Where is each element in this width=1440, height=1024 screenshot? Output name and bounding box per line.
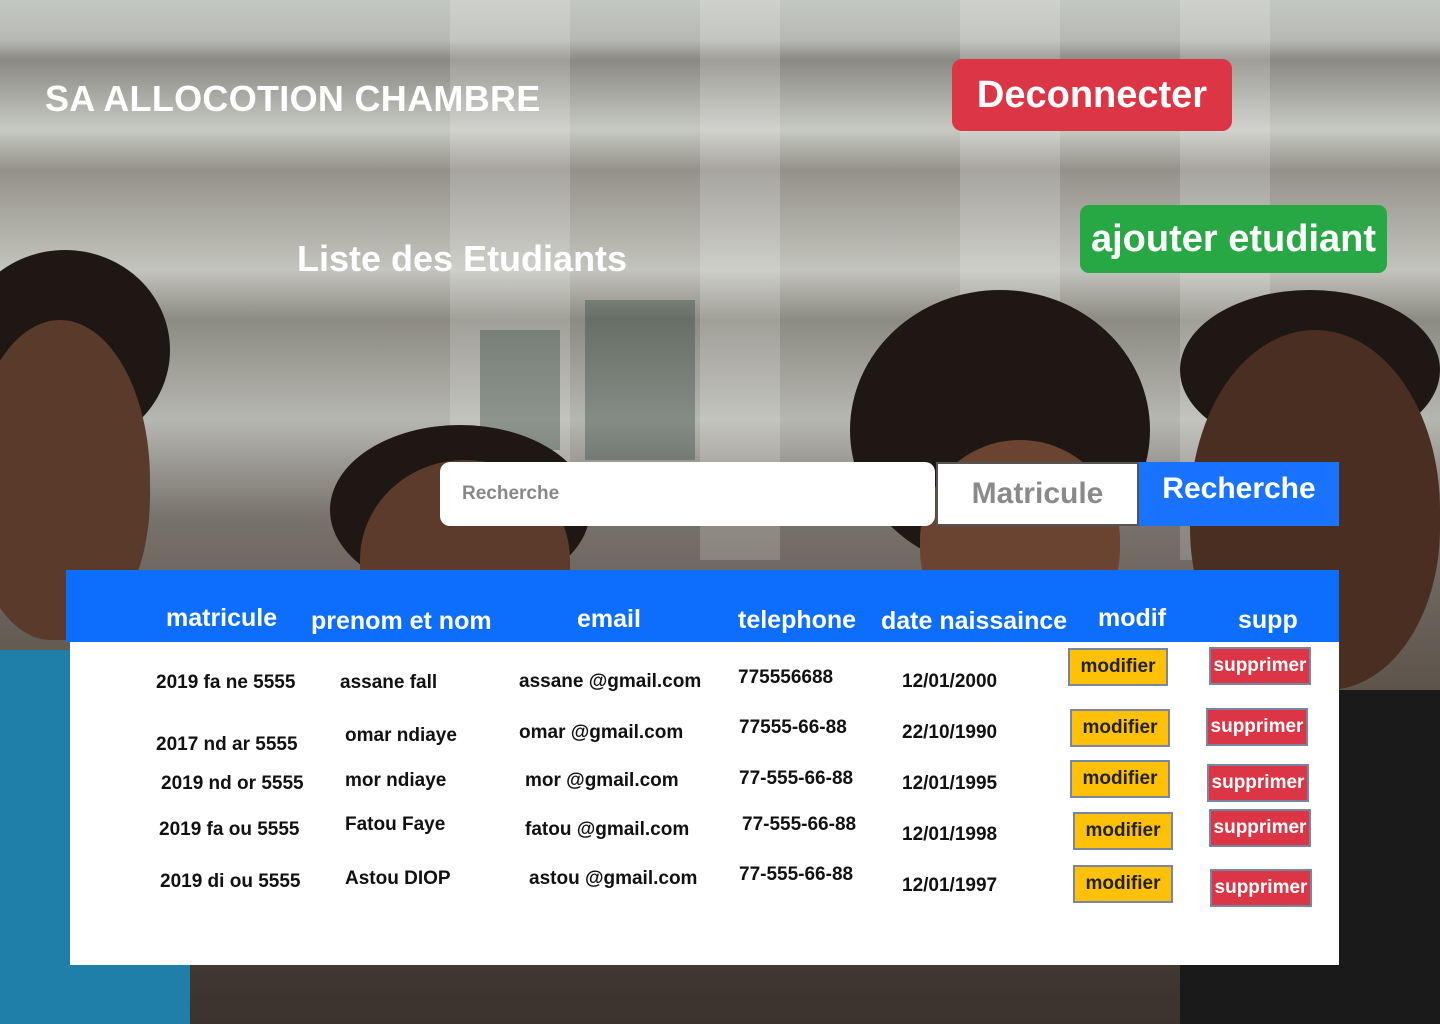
delete-button[interactable]: supprimer: [1209, 809, 1311, 847]
students-table: matricule prenom et nom email telephone …: [66, 570, 1339, 965]
edit-button[interactable]: modifier: [1070, 709, 1170, 747]
cell-name: omar ndiaye: [345, 725, 457, 746]
delete-button[interactable]: supprimer: [1209, 647, 1311, 685]
cell-name: Astou DIOP: [345, 868, 451, 889]
edit-button[interactable]: modifier: [1068, 648, 1168, 686]
column-header-email: email: [577, 605, 641, 633]
cell-name: mor ndiaye: [345, 770, 447, 791]
column-header-name: prenom et nom: [311, 607, 492, 635]
cell-matricule: 2017 nd ar 5555: [156, 734, 298, 755]
cell-telephone: 775556688: [738, 667, 834, 688]
cell-email: astou @gmail.com: [529, 868, 698, 889]
cell-birthdate: 12/01/1995: [902, 773, 998, 794]
edit-button[interactable]: modifier: [1073, 812, 1173, 850]
search-input[interactable]: [440, 462, 935, 526]
search-button[interactable]: Recherche: [1139, 462, 1339, 526]
page-title: Liste des Etudiants: [297, 238, 628, 279]
delete-button[interactable]: supprimer: [1210, 869, 1312, 907]
cell-telephone: 77555-66-88: [739, 717, 847, 738]
delete-button[interactable]: supprimer: [1207, 764, 1309, 802]
add-student-button[interactable]: ajouter etudiant: [1080, 205, 1387, 273]
cell-name: Fatou Faye: [345, 814, 446, 835]
column-header-matricule: matricule: [166, 604, 278, 632]
cell-matricule: 2019 di ou 5555: [160, 871, 301, 892]
cell-matricule: 2019 fa ou 5555: [159, 819, 300, 840]
column-header-supp: supp: [1238, 606, 1298, 634]
cell-email: mor @gmail.com: [525, 770, 679, 791]
app-title: SA ALLOCOTION CHAMBRE: [45, 78, 541, 119]
cell-birthdate: 12/01/1997: [902, 875, 998, 896]
cell-telephone: 77-555-66-88: [742, 814, 857, 835]
cell-telephone: 77-555-66-88: [739, 864, 854, 885]
cell-birthdate: 12/01/2000: [902, 671, 998, 692]
cell-name: assane fall: [340, 672, 438, 693]
column-header-modif: modif: [1098, 604, 1167, 632]
cell-birthdate: 12/01/1998: [902, 824, 998, 845]
column-header-telephone: telephone: [738, 606, 857, 634]
search-filter-select[interactable]: Matricule: [936, 462, 1139, 526]
cell-telephone: 77-555-66-88: [739, 768, 854, 789]
cell-email: fatou @gmail.com: [525, 819, 690, 840]
cell-birthdate: 22/10/1990: [902, 722, 998, 743]
cell-matricule: 2019 fa ne 5555: [156, 672, 296, 693]
delete-button[interactable]: supprimer: [1206, 708, 1308, 746]
edit-button[interactable]: modifier: [1073, 865, 1173, 903]
edit-button[interactable]: modifier: [1070, 760, 1170, 798]
table-header: matricule prenom et nom email telephone …: [66, 570, 1339, 642]
cell-email: assane @gmail.com: [519, 671, 702, 692]
cell-matricule: 2019 nd or 5555: [161, 773, 304, 794]
logout-button[interactable]: Deconnecter: [952, 59, 1232, 131]
column-header-birthdate: date naissaince: [881, 607, 1068, 635]
cell-email: omar @gmail.com: [519, 722, 684, 743]
table-body: 2019 fa ne 5555 assane fall assane @gmai…: [70, 642, 1339, 965]
